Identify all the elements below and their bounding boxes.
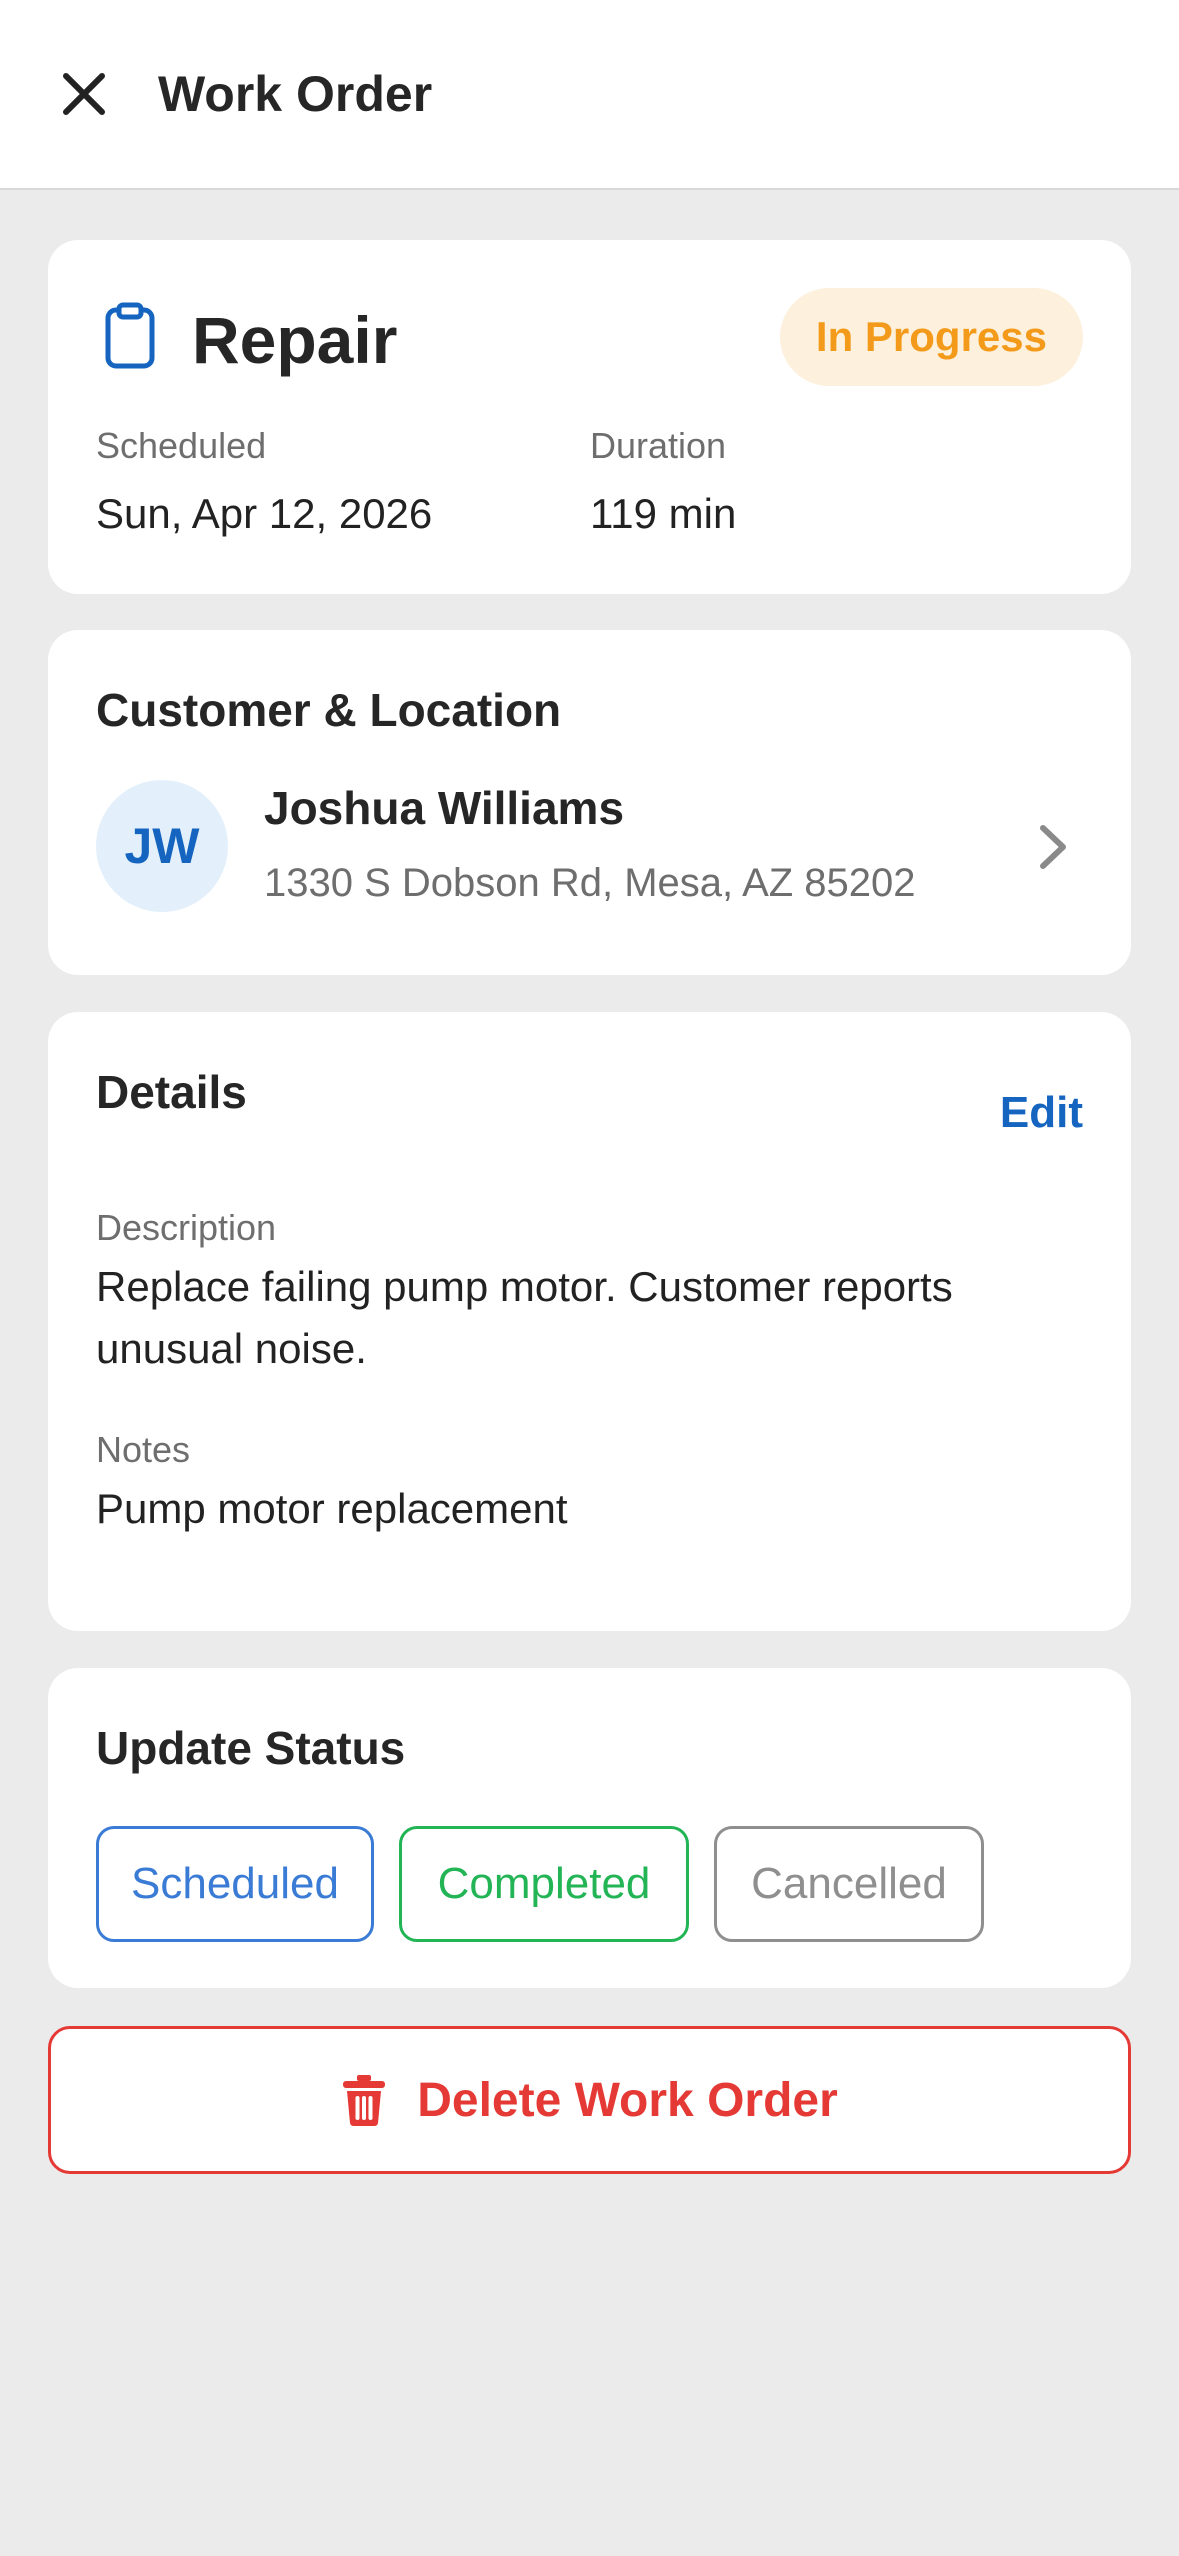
duration-label: Duration (590, 425, 727, 466)
update-status-card: Update Status Scheduled Completed Cancel… (48, 1668, 1131, 1988)
close-button[interactable] (52, 62, 116, 126)
customer-name: Joshua Williams (264, 782, 625, 834)
status-badge: In Progress (779, 288, 1083, 386)
status-option-scheduled[interactable]: Scheduled (96, 1826, 374, 1942)
description-value: Replace failing pump motor. Customer rep… (96, 1263, 953, 1372)
work-order-type: Repair (192, 303, 398, 377)
delete-work-order-button[interactable]: Delete Work Order (48, 2026, 1131, 2174)
avatar: JW (96, 780, 228, 912)
customer-section-title: Customer & Location (96, 684, 562, 736)
clipboard-icon (105, 302, 155, 369)
details-card: Details Edit Description Replace failing… (48, 1012, 1131, 1631)
chevron-right-icon (1040, 825, 1066, 869)
duration-value: 119 min (590, 490, 737, 537)
details-section-title: Details (96, 1066, 247, 1118)
notes-value: Pump motor replacement (96, 1485, 568, 1532)
page-title: Work Order (158, 66, 433, 122)
edit-button[interactable]: Edit (1000, 1086, 1083, 1140)
delete-label: Delete Work Order (417, 2073, 838, 2127)
close-icon (63, 73, 105, 115)
customer-card: Customer & Location JW Joshua Williams 1… (48, 630, 1131, 975)
customer-address: 1330 S Dobson Rd, Mesa, AZ 85202 (264, 861, 916, 905)
scheduled-value: Sun, Apr 12, 2026 (96, 490, 433, 537)
description-label: Description (96, 1207, 277, 1248)
app-header: Work Order (0, 0, 1179, 190)
update-status-title: Update Status (96, 1722, 406, 1774)
notes-label: Notes (96, 1429, 191, 1470)
summary-card: Repair In Progress Scheduled Sun, Apr 12… (48, 240, 1131, 594)
scheduled-label: Scheduled (96, 425, 267, 466)
status-option-cancelled[interactable]: Cancelled (714, 1826, 984, 1942)
trash-icon (343, 2075, 386, 2126)
customer-row[interactable]: JW Joshua Williams 1330 S Dobson Rd, Mes… (48, 780, 1131, 920)
status-option-completed[interactable]: Completed (399, 1826, 689, 1942)
